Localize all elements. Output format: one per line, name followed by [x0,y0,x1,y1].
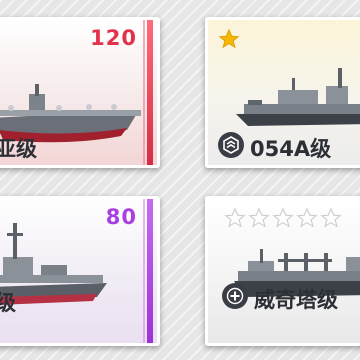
destroyer-ship-image [0,223,107,305]
ship-card-wichita[interactable]: 威奇塔级 [205,196,360,346]
cost-value: 120 [90,26,137,50]
star-rating [224,207,342,229]
plus-cross-icon [226,287,244,305]
class-badge [222,283,248,309]
ship-card-054a[interactable]: 5 054A级 [205,17,360,168]
star-empty-icon [272,207,294,228]
star-filled-icon [218,28,240,49]
class-badge [218,132,244,158]
ship-class-name: 威奇塔级 [254,288,338,312]
ship-class-name: 亚级 [0,137,37,161]
ship-class-name: 054A级 [250,137,332,161]
ship-card-destroyer[interactable]: 80 级 [0,196,160,346]
star-rating [218,28,240,50]
ship-card-carrier[interactable]: 120 亚级 [0,17,160,168]
star-empty-icon [320,207,342,228]
frigate-ship-image: 5 [236,68,360,126]
ship-class-name: 级 [0,287,16,317]
star-empty-icon [248,207,270,228]
star-empty-icon [296,207,318,228]
star-empty-icon [224,207,246,228]
chevron-rank-icon [223,136,239,154]
